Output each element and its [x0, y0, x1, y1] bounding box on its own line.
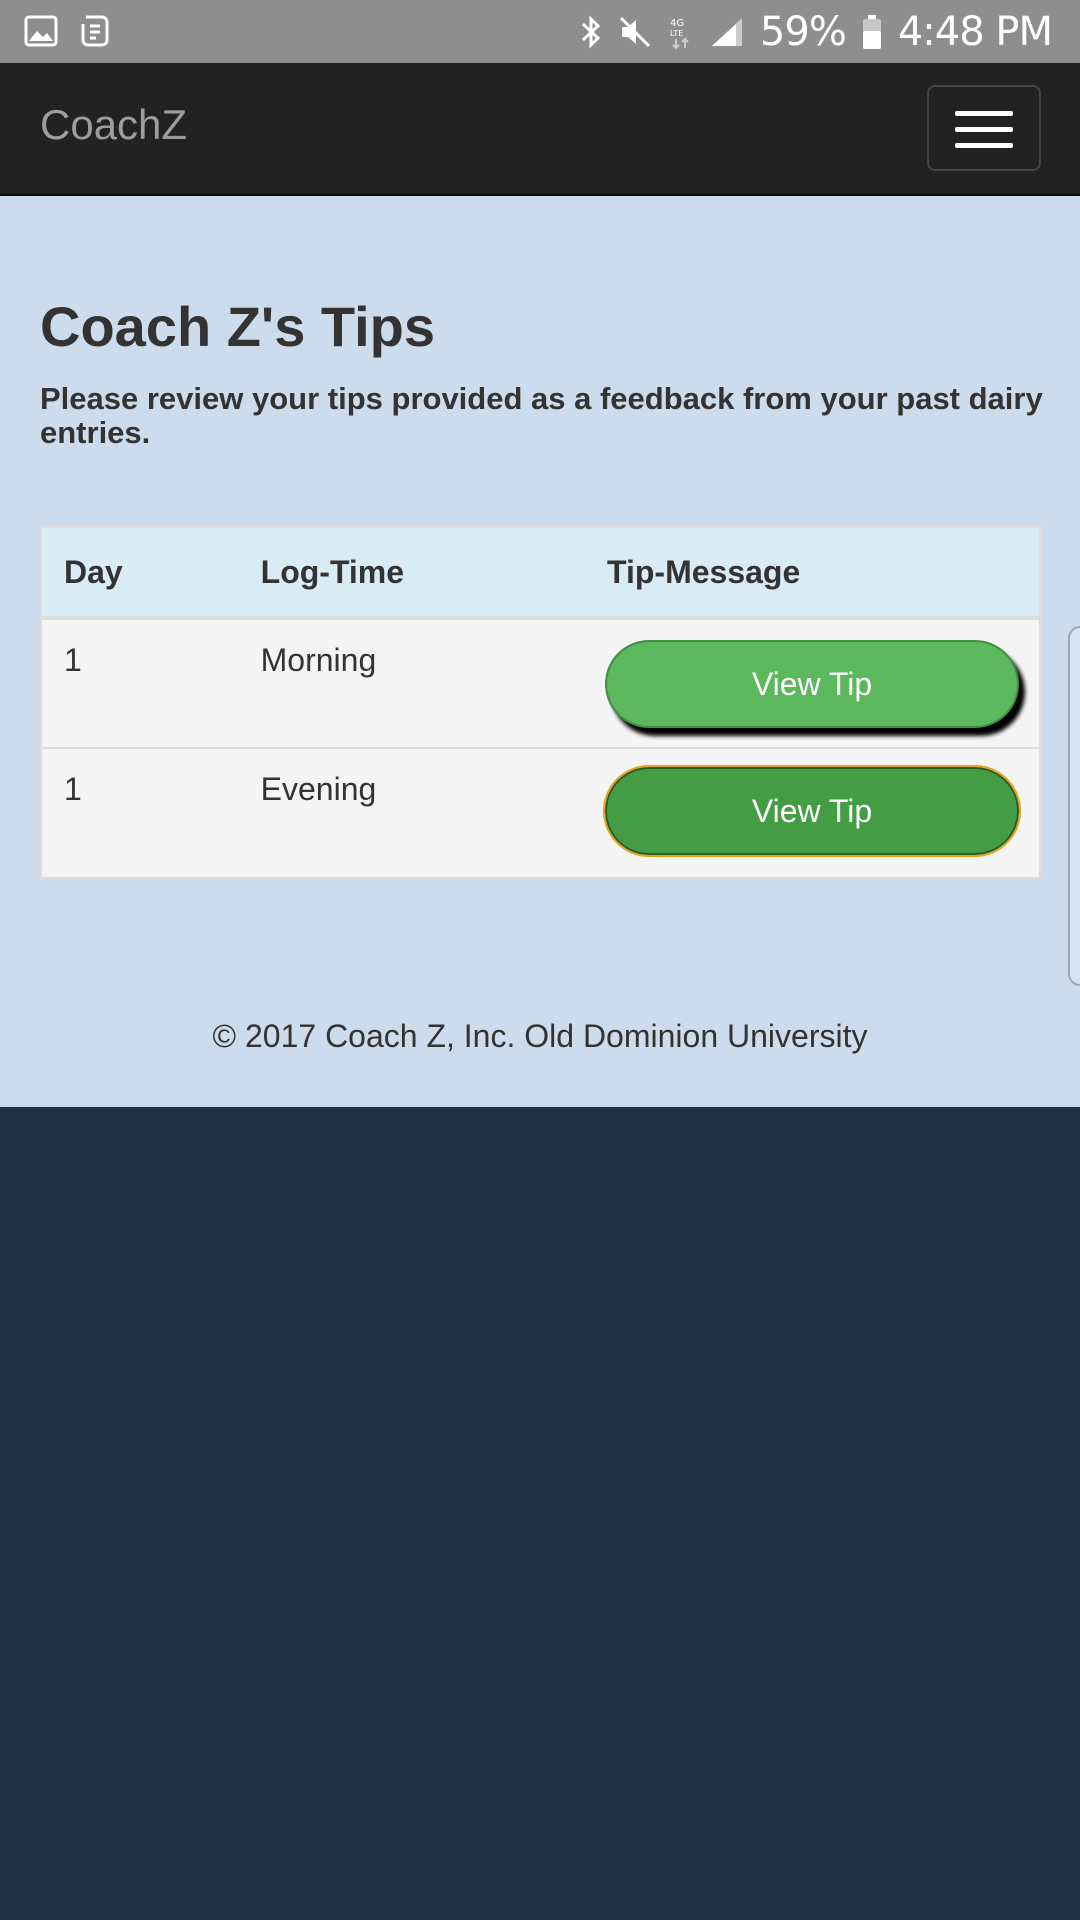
page-subtitle: Please review your tips provided as a fe… [40, 381, 1043, 450]
image-icon [24, 14, 58, 48]
cell-tip-message: View Tip [585, 617, 1041, 749]
battery-percent: 59% [759, 8, 847, 55]
navbar: CoachZ [0, 63, 1080, 196]
svg-text:LTE: LTE [670, 29, 683, 38]
column-header-log-time: Log-Time [238, 526, 585, 620]
page-title: Coach Z's Tips [40, 295, 436, 358]
bluetooth-icon [580, 14, 602, 50]
cell-log-time: Morning [238, 617, 585, 749]
view-tip-button[interactable]: View Tip [603, 765, 1021, 857]
edge-panel-handle[interactable] [1068, 626, 1080, 986]
battery-icon [862, 14, 882, 50]
signal-icon [710, 16, 744, 48]
app-icon [80, 14, 110, 48]
hamburger-menu-button[interactable] [927, 85, 1041, 171]
table-row: 1 Morning View Tip [40, 617, 1041, 749]
status-bar: 4G LTE 59% 4:48 PM [0, 0, 1080, 63]
main-content: Coach Z's Tips Please review your tips p… [0, 196, 1080, 1107]
cell-tip-message: View Tip [585, 747, 1041, 879]
table-header-row: Day Log-Time Tip-Message [40, 526, 1041, 620]
cell-log-time: Evening [238, 747, 585, 879]
cell-day: 1 [40, 747, 239, 879]
column-header-day: Day [40, 526, 239, 620]
view-tip-button[interactable]: View Tip [605, 640, 1019, 728]
table-row: 1 Evening View Tip [40, 747, 1041, 879]
4g-lte-icon: 4G LTE [668, 14, 694, 50]
column-header-tip-message: Tip-Message [585, 526, 1041, 620]
clock: 4:48 PM [897, 8, 1053, 55]
footer-copyright: © 2017 Coach Z, Inc. Old Dominion Univer… [212, 1018, 868, 1054]
tips-table: Day Log-Time Tip-Message 1 Morning View … [40, 526, 1041, 879]
brand-link[interactable]: CoachZ [40, 101, 187, 149]
mute-icon [618, 15, 652, 49]
svg-text:4G: 4G [670, 18, 684, 29]
cell-day: 1 [40, 617, 239, 749]
